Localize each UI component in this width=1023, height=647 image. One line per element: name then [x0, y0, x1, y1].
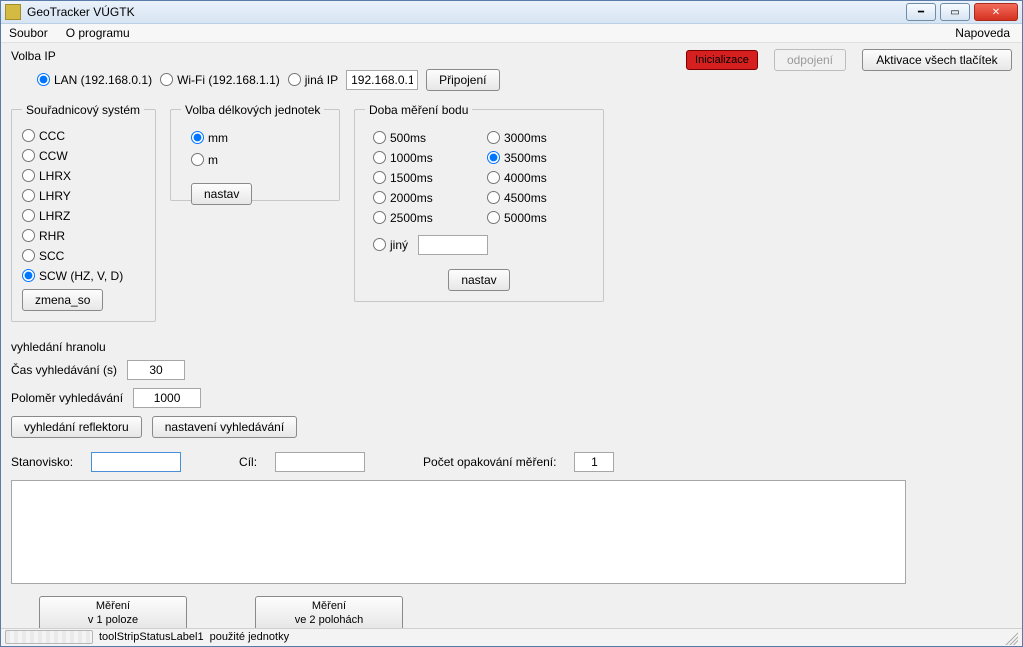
- repeat-label: Počet opakování měření:: [423, 455, 556, 469]
- status-label-2: použité jednotky: [210, 631, 290, 643]
- search-radius-input[interactable]: [133, 388, 201, 408]
- doba-heading: Doba měření bodu: [365, 103, 472, 117]
- doba-option[interactable]: 2000ms: [373, 191, 471, 205]
- coord-option[interactable]: LHRY: [22, 189, 145, 203]
- statusbar: toolStripStatusLabel1 použité jednotky: [1, 628, 1022, 646]
- coord-option[interactable]: CCC: [22, 129, 145, 143]
- search-heading: vyhledání hranolu: [11, 340, 1012, 354]
- repeat-input[interactable]: [574, 452, 614, 472]
- coord-option[interactable]: RHR: [22, 229, 145, 243]
- disconnect-button[interactable]: odpojení: [774, 49, 846, 71]
- doba-option[interactable]: 3500ms: [487, 151, 585, 165]
- doba-option-other[interactable]: jiný: [373, 238, 408, 252]
- coord-option[interactable]: CCW: [22, 149, 145, 163]
- search-radius-label: Poloměr vyhledávání: [11, 391, 123, 405]
- doba-option[interactable]: 1000ms: [373, 151, 471, 165]
- unit-group: Volba délkových jednotek mm m nastav: [170, 103, 340, 201]
- search-time-label: Čas vyhledávání (s): [11, 363, 117, 377]
- stanovisko-label: Stanovisko:: [11, 455, 73, 469]
- doba-option[interactable]: 3000ms: [487, 131, 585, 145]
- coord-system-group: Souřadnicový systém CCC CCW LHRX LHRY LH…: [11, 103, 156, 322]
- connect-button[interactable]: Připojení: [426, 69, 499, 91]
- ip-radio-lan[interactable]: [37, 73, 50, 86]
- doba-option[interactable]: 4000ms: [487, 171, 585, 185]
- maximize-button[interactable]: ▭: [940, 3, 970, 21]
- ip-input[interactable]: [346, 70, 418, 90]
- ip-option-other[interactable]: jiná IP: [288, 73, 338, 87]
- search-settings-button[interactable]: nastavení vyhledávání: [152, 416, 297, 438]
- doba-option[interactable]: 1500ms: [373, 171, 471, 185]
- menu-napoveda[interactable]: Napoveda: [955, 26, 1010, 40]
- activate-all-button[interactable]: Aktivace všech tlačítek: [862, 49, 1012, 71]
- window-title: GeoTracker VÚGTK: [27, 5, 135, 19]
- ip-option-lan[interactable]: LAN (192.168.0.1): [37, 73, 152, 87]
- measure-two-button[interactable]: Měření ve 2 polohách: [255, 596, 403, 628]
- app-icon: [5, 4, 21, 20]
- ip-radio-other[interactable]: [288, 73, 301, 86]
- coord-option[interactable]: SCC: [22, 249, 145, 263]
- stanovisko-input[interactable]: [91, 452, 181, 472]
- output-textarea[interactable]: [11, 480, 906, 584]
- bottom-inputs: Stanovisko: Cíl: Počet opakování měření:: [11, 452, 1012, 472]
- change-coord-button[interactable]: zmena_so: [22, 289, 103, 311]
- coord-option[interactable]: LHRZ: [22, 209, 145, 223]
- content-area: Volba IP LAN (192.168.0.1) Wi-Fi (192.16…: [1, 43, 1022, 628]
- doba-option[interactable]: 4500ms: [487, 191, 585, 205]
- cil-input[interactable]: [275, 452, 365, 472]
- status-progress: [5, 630, 93, 644]
- search-time-input[interactable]: [127, 360, 185, 380]
- minimize-button[interactable]: ━: [906, 3, 936, 21]
- unit-option-mm[interactable]: mm: [191, 131, 329, 145]
- measurement-time-group: Doba měření bodu 500ms 3000ms 1000ms 350…: [354, 103, 604, 302]
- top-buttons: Inicializace odpojení Aktivace všech tla…: [686, 49, 1012, 71]
- coord-option[interactable]: SCW (HZ, V, D): [22, 269, 145, 283]
- titlebar: GeoTracker VÚGTK ━ ▭ ✕: [1, 1, 1022, 24]
- ip-heading: Volba IP: [11, 49, 500, 63]
- close-button[interactable]: ✕: [974, 3, 1018, 21]
- menu-oprogramu[interactable]: O programu: [66, 26, 130, 40]
- init-button[interactable]: Inicializace: [686, 50, 758, 70]
- ip-option-wifi[interactable]: Wi-Fi (192.168.1.1): [160, 73, 280, 87]
- resize-grip-icon[interactable]: [1002, 629, 1018, 645]
- unit-option-m[interactable]: m: [191, 153, 329, 167]
- doba-option[interactable]: 500ms: [373, 131, 471, 145]
- doba-option[interactable]: 5000ms: [487, 211, 585, 225]
- doba-set-button[interactable]: nastav: [448, 269, 509, 291]
- doba-option[interactable]: 2500ms: [373, 211, 471, 225]
- unit-heading: Volba délkových jednotek: [181, 103, 324, 117]
- status-label-1: toolStripStatusLabel1: [99, 631, 204, 643]
- prism-search-block: vyhledání hranolu Čas vyhledávání (s) Po…: [11, 340, 1012, 438]
- ip-radio-wifi[interactable]: [160, 73, 173, 86]
- coord-option[interactable]: LHRX: [22, 169, 145, 183]
- cil-label: Cíl:: [239, 455, 257, 469]
- unit-set-button[interactable]: nastav: [191, 183, 252, 205]
- find-reflector-button[interactable]: vyhledání reflektoru: [11, 416, 142, 438]
- coord-heading: Souřadnicový systém: [22, 103, 144, 117]
- measure-one-button[interactable]: Měření v 1 poloze: [39, 596, 187, 628]
- menu-soubor[interactable]: Soubor: [9, 26, 48, 40]
- ip-selection-group: Volba IP LAN (192.168.0.1) Wi-Fi (192.16…: [11, 49, 500, 91]
- menubar: Soubor O programu Napoveda: [1, 24, 1022, 42]
- doba-other-input[interactable]: [418, 235, 488, 255]
